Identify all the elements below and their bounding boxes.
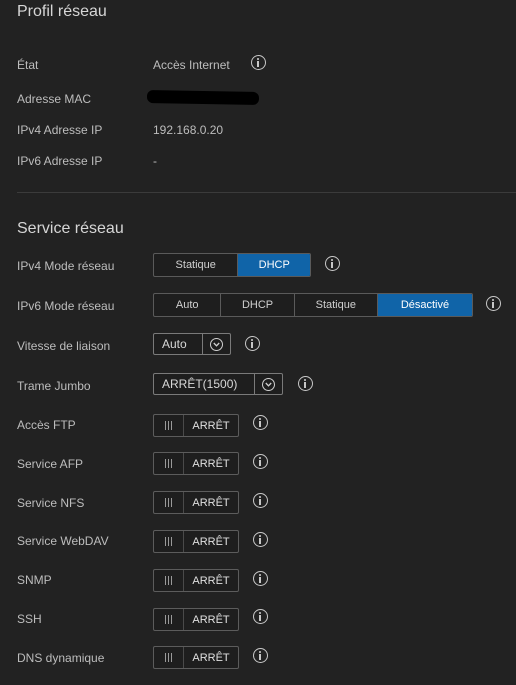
ddns-info-icon[interactable] [253,648,268,663]
snmp-label: SNMP [17,573,52,587]
nfs-info-icon[interactable] [253,493,268,508]
afp-label: Service AFP [17,457,84,471]
state-value: Accès Internet [153,58,230,72]
snmp-toggle[interactable]: ARRÊT [153,569,239,592]
link-speed-dropdown-button[interactable] [202,334,230,354]
link-speed-label: Vitesse de liaison [17,339,111,353]
profile-section-title: Profil réseau [17,3,107,20]
chevron-down-icon [262,377,275,391]
ddns-label: DNS dynamique [17,651,105,665]
ssh-info-icon[interactable] [253,609,268,624]
afp-toggle-state: ARRÊT [192,457,230,470]
jumbo-frame-select[interactable]: ARRÊT(1500) [153,373,283,395]
ftp-toggle-state: ARRÊT [192,419,230,432]
link-speed-info-icon[interactable] [245,336,260,351]
toggle-grip-icon [154,453,184,474]
webdav-toggle[interactable]: ARRÊT [153,530,239,553]
jumbo-frame-value: ARRÊT(1500) [162,377,238,391]
toggle-grip-icon [154,492,184,513]
ftp-label: Accès FTP [17,418,76,432]
ipv4-address-label: IPv4 Adresse IP [17,123,103,137]
toggle-grip-icon [154,531,184,552]
ipv6-mode-label: IPv6 Mode réseau [17,299,115,313]
toggle-grip-icon [154,415,184,436]
ftp-info-icon[interactable] [253,415,268,430]
ipv4-mode-selector: Statique DHCP [153,253,311,277]
ipv6-mode-disabled-option[interactable]: Désactivé [377,294,472,316]
ipv4-mode-static-option[interactable]: Statique [154,254,239,276]
snmp-toggle-state: ARRÊT [192,574,230,587]
ipv4-address-value: 192.168.0.20 [153,123,224,137]
service-section-title: Service réseau [17,220,124,237]
toggle-grip-icon [154,570,184,591]
jumbo-frame-dropdown-button[interactable] [254,374,282,394]
chevron-down-icon [210,337,223,351]
mac-redaction [146,90,260,105]
afp-info-icon[interactable] [253,454,268,469]
afp-toggle[interactable]: ARRÊT [153,452,239,475]
webdav-label: Service WebDAV [17,534,109,548]
mac-label: Adresse MAC [17,92,92,106]
ipv4-mode-label: IPv4 Mode réseau [17,259,115,273]
ipv6-mode-static-option[interactable]: Statique [295,294,378,316]
toggle-grip-icon [154,647,184,668]
ftp-toggle[interactable]: ARRÊT [153,414,239,437]
state-label: État [17,58,39,72]
webdav-toggle-state: ARRÊT [192,535,230,548]
nfs-toggle-state: ARRÊT [192,496,230,509]
snmp-info-icon[interactable] [253,571,268,586]
ipv4-mode-dhcp-option[interactable]: DHCP [238,254,310,276]
jumbo-frame-info-icon[interactable] [298,376,313,391]
nfs-label: Service NFS [17,496,85,510]
ipv6-address-value: - [153,154,157,168]
ipv6-mode-info-icon[interactable] [486,296,501,311]
ipv6-mode-selector: Auto DHCP Statique Désactivé [153,293,473,317]
ddns-toggle[interactable]: ARRÊT [153,646,239,669]
webdav-info-icon[interactable] [253,532,268,547]
jumbo-frame-label: Trame Jumbo [17,379,91,393]
ipv4-mode-info-icon[interactable] [325,256,340,271]
section-divider [17,192,516,193]
ipv6-mode-auto-option[interactable]: Auto [154,294,222,316]
link-speed-value: Auto [162,337,187,351]
nfs-toggle[interactable]: ARRÊT [153,491,239,514]
ssh-toggle[interactable]: ARRÊT [153,608,239,631]
ddns-toggle-state: ARRÊT [192,651,230,664]
link-speed-select[interactable]: Auto [153,333,231,355]
ssh-toggle-state: ARRÊT [192,613,230,626]
ipv6-address-label: IPv6 Adresse IP [17,154,103,168]
state-info-icon[interactable] [251,55,266,70]
ipv6-mode-dhcp-option[interactable]: DHCP [221,294,295,316]
ssh-label: SSH [17,612,42,626]
toggle-grip-icon [154,609,184,630]
